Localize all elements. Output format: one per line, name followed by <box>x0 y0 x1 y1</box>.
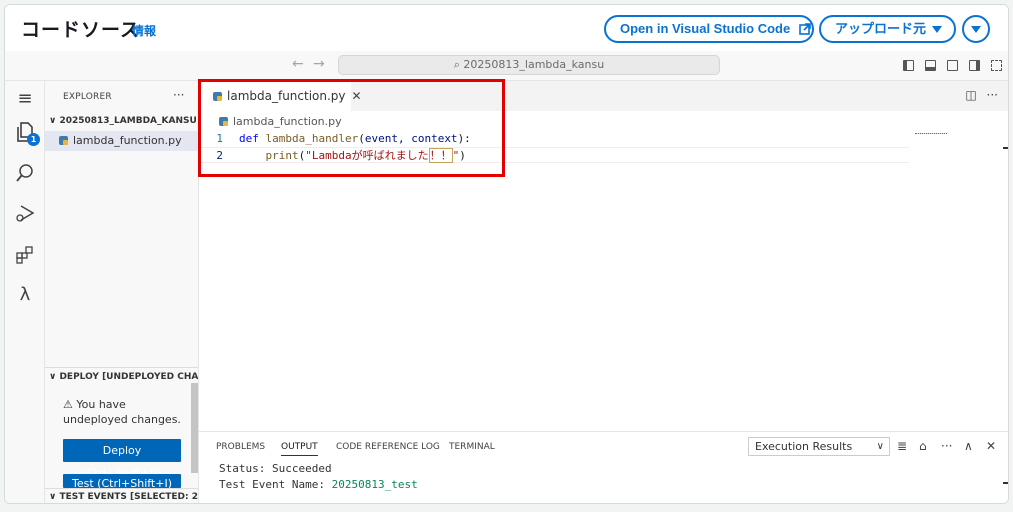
code-source-frame: コードソース 情報 Open in Visual Studio Code アップ… <box>4 4 1009 504</box>
page-header: コードソース 情報 Open in Visual Studio Code アップ… <box>5 5 1008 51</box>
extensions-icon[interactable] <box>15 245 35 265</box>
editor-actions: ◫ ··· <box>965 88 998 102</box>
output-channel-value: Execution Results <box>755 440 853 453</box>
undeployed-message-line-1: ⚠ You have <box>63 398 126 411</box>
maximize-icon[interactable] <box>991 60 1002 71</box>
command-search-text: 20250813_lambda_kansu <box>463 58 605 71</box>
status-label: Status: <box>219 462 272 475</box>
close-panel-icon[interactable]: ✕ <box>986 439 996 453</box>
lock-scroll-icon[interactable]: ⌂ <box>919 439 927 453</box>
undeployed-message-line-2: undeployed changes. <box>63 413 181 426</box>
test-event-line: Test Event Name: 20250813_test <box>219 478 418 491</box>
run-debug-icon[interactable] <box>15 203 35 223</box>
back-arrow-icon[interactable]: ← <box>292 56 304 72</box>
undeployed-message: ⚠ You have undeployed changes. <box>63 397 181 427</box>
minimap[interactable] <box>915 133 947 136</box>
file-label: lambda_function.py <box>73 134 182 147</box>
test-events-section-header[interactable]: ∨ TEST EVENTS [SELECTED: 20... <box>45 488 198 503</box>
split-editor-icon[interactable]: ◫ <box>965 88 976 102</box>
test-button[interactable]: Test (Ctrl+Shift+I) <box>63 474 181 488</box>
toggle-panel-icon[interactable] <box>925 60 936 71</box>
lambda-icon[interactable]: λ <box>15 285 35 305</box>
upload-from-label: アップロード元 <box>835 21 927 36</box>
clear-output-icon[interactable]: ≣ <box>897 439 907 453</box>
test-event-label: Test Event Name: <box>219 478 332 491</box>
tab-terminal[interactable]: TERMINAL <box>449 442 495 452</box>
test-events-section-label: TEST EVENTS [SELECTED: 20... <box>59 492 198 502</box>
open-in-vscode-label: Open in Visual Studio Code <box>620 21 791 36</box>
caret-down-icon <box>932 26 943 34</box>
toggle-sidebar-icon[interactable] <box>903 60 914 71</box>
upload-from-dropdown[interactable]: アップロード元 <box>819 15 956 43</box>
activity-bar: ≡ 1 λ <box>5 81 45 503</box>
collapse-button[interactable] <box>962 15 990 43</box>
tab-output[interactable]: OUTPUT <box>281 442 318 456</box>
deploy-section-label: DEPLOY [UNDEPLOYED CHA... <box>59 372 198 382</box>
deploy-button[interactable]: Deploy (Ctrl+Shift+U) <box>63 439 181 480</box>
output-channel-select[interactable]: Execution Results ∨ <box>748 437 890 456</box>
sidebar-scrollbar[interactable] <box>191 383 198 473</box>
explorer-badge: 1 <box>27 133 40 146</box>
folder-label: 20250813_LAMBDA_KANSU <box>59 116 197 126</box>
more-actions-icon[interactable]: ··· <box>987 88 998 102</box>
command-bar: ← → ⌕ 20250813_lambda_kansu <box>5 51 1008 81</box>
external-link-icon <box>799 19 811 43</box>
search-icon[interactable] <box>15 163 35 183</box>
explorer-sidebar: EXPLORER ··· ∨ 20250813_LAMBDA_KANSU lam… <box>45 81 199 503</box>
python-file-icon <box>59 136 68 145</box>
toggle-secondary-sidebar-icon[interactable] <box>969 60 980 71</box>
chevron-down-icon: ∨ <box>49 116 60 126</box>
test-event-value: 20250813_test <box>331 478 418 491</box>
folder-item[interactable]: ∨ 20250813_LAMBDA_KANSU <box>49 116 197 126</box>
explorer-more-icon[interactable]: ··· <box>173 88 184 102</box>
chevron-down-icon: ∨ <box>49 492 60 502</box>
tab-problems[interactable]: PROBLEMS <box>216 442 265 452</box>
status-value: Succeeded <box>271 462 332 475</box>
open-in-vscode-button[interactable]: Open in Visual Studio Code <box>604 15 814 43</box>
chevron-down-icon: ∨ <box>876 441 884 452</box>
editor-scrollbar[interactable] <box>1003 147 1008 149</box>
page-title: コードソース <box>21 19 141 41</box>
info-link[interactable]: 情報 <box>132 22 156 39</box>
forward-arrow-icon[interactable]: → <box>313 56 325 72</box>
panel-scrollbar[interactable] <box>1003 482 1008 484</box>
explorer-title: EXPLORER <box>63 92 112 102</box>
split-layout-icon[interactable] <box>947 60 958 71</box>
command-search-input[interactable]: ⌕ 20250813_lambda_kansu <box>338 55 720 75</box>
file-item-lambda-function[interactable]: lambda_function.py <box>45 131 198 151</box>
output-panel: PROBLEMS OUTPUT CODE REFERENCE LOG TERMI… <box>199 431 1008 503</box>
search-icon: ⌕ <box>453 58 464 71</box>
more-actions-icon[interactable]: ··· <box>941 439 952 453</box>
deploy-section-header[interactable]: ∨ DEPLOY [UNDEPLOYED CHA... <box>45 367 198 385</box>
chevron-down-icon: ∨ <box>49 372 60 382</box>
tab-code-reference-log[interactable]: CODE REFERENCE LOG <box>336 442 440 452</box>
menu-icon[interactable]: ≡ <box>15 89 35 109</box>
status-line: Status: Succeeded <box>219 462 332 475</box>
caret-down-icon <box>971 26 981 34</box>
highlight-annotation-box <box>198 79 505 177</box>
maximize-panel-icon[interactable]: ∧ <box>964 439 973 453</box>
